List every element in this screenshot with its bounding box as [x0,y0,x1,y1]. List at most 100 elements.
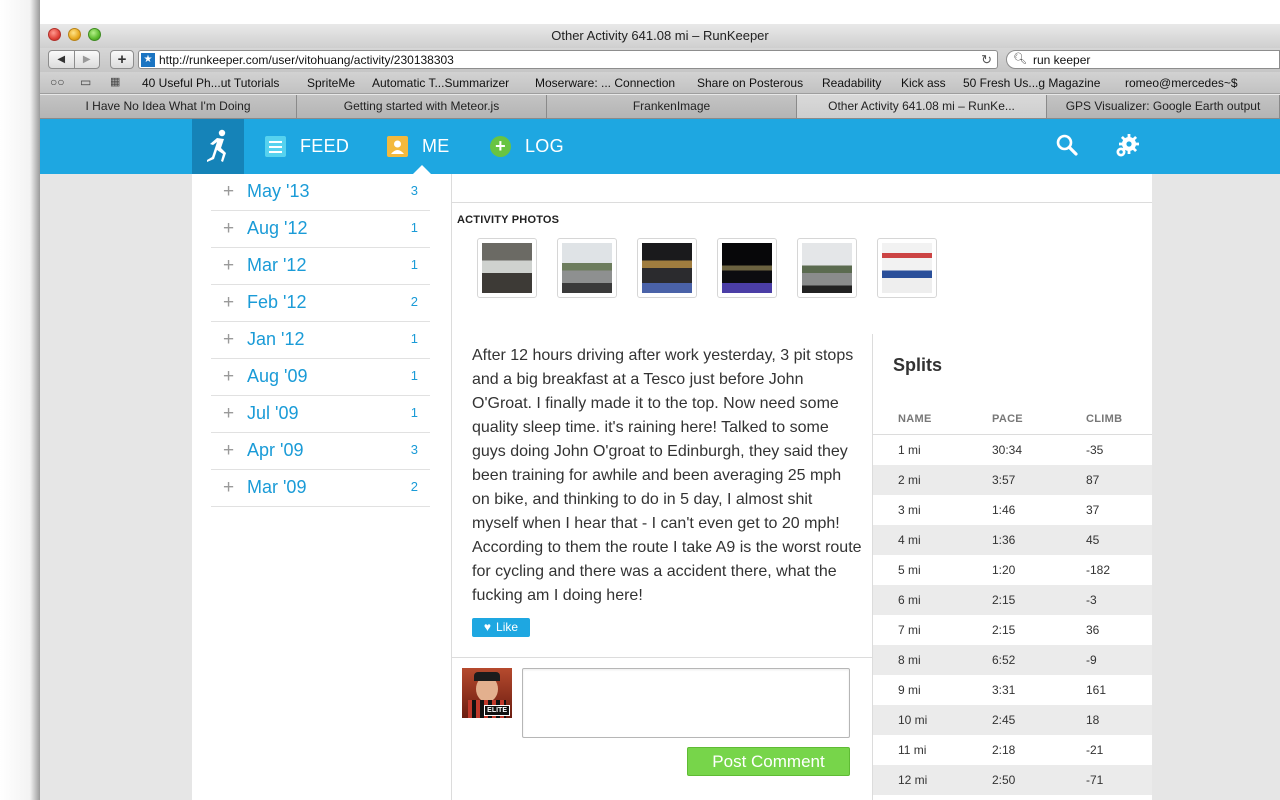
like-button[interactable]: ♥ Like [472,618,530,637]
url-text[interactable]: http://runkeeper.com/user/vitohuang/acti… [159,53,454,67]
activity-photo-thumbnail[interactable] [557,238,617,298]
add-bookmark-button[interactable]: + [110,50,134,69]
back-arrow-icon[interactable]: ◀ [49,51,74,68]
bookmark-item[interactable]: Moserware: ... Connection [535,76,675,90]
browser-tab[interactable]: I Have No Idea What I'm Doing [40,95,297,118]
person-icon [387,136,408,157]
expand-plus-icon[interactable]: + [223,218,234,240]
runkeeper-logo-icon[interactable] [192,119,244,174]
month-label[interactable]: May '13 [247,181,309,202]
grid-icon[interactable]: ▦ [110,75,120,88]
elite-badge: ELITE [484,705,510,716]
nav-feed-label: FEED [300,136,350,156]
split-pace: 3:57 [992,473,1016,487]
bookmark-item[interactable]: 50 Fresh Us...g Magazine [963,76,1100,90]
split-pace: 2:45 [992,713,1016,727]
expand-plus-icon[interactable]: + [223,181,234,203]
split-climb: 36 [1086,623,1100,637]
like-button-label: Like [496,620,519,634]
split-climb: 18 [1086,713,1100,727]
split-name: 9 mi [898,683,921,697]
bookmark-item[interactable]: romeo@mercedes~$ [1125,76,1238,90]
nav-me-label: ME [422,136,450,156]
expand-plus-icon[interactable]: + [223,440,234,462]
bookmark-item[interactable]: Readability [822,76,881,90]
month-count: 1 [410,220,418,235]
split-name: 7 mi [898,623,921,637]
nav-feed[interactable]: FEED [265,119,349,174]
month-count: 2 [410,294,418,309]
expand-plus-icon[interactable]: + [223,255,234,277]
month-count: 1 [410,405,418,420]
browser-tab[interactable]: GPS Visualizer: Google Earth output [1047,95,1280,118]
reading-glasses-icon[interactable]: ○○ [50,75,65,89]
split-pace: 2:18 [992,743,1016,757]
month-item[interactable]: + Jan '12 1 [211,322,430,359]
month-item[interactable]: + Mar '09 2 [211,470,430,507]
month-label[interactable]: Apr '09 [247,440,303,461]
browser-tab-active[interactable]: Other Activity 641.08 mi – RunKe... [797,95,1047,118]
activity-photo-thumbnail[interactable] [637,238,697,298]
month-item[interactable]: + Jul '09 1 [211,396,430,433]
nav-log[interactable]: + LOG [490,119,564,174]
table-row: 10 mi 2:45 18 [873,705,1152,735]
table-row: 8 mi 6:52 -9 [873,645,1152,675]
bookmark-item[interactable]: Share on Posterous [697,76,803,90]
month-label[interactable]: Feb '12 [247,292,306,313]
month-item[interactable]: + Aug '12 1 [211,211,430,248]
book-icon[interactable]: ▭ [80,75,91,89]
search-icon[interactable] [1056,134,1078,161]
split-pace: 3:31 [992,683,1016,697]
page-background-right [1152,174,1280,800]
title-bar: Other Activity 641.08 mi – RunKeeper [40,24,1280,48]
heart-icon: ♥ [483,620,492,634]
activity-photo-thumbnail[interactable] [797,238,857,298]
activity-photo-thumbnail[interactable] [717,238,777,298]
month-item[interactable]: + May '13 3 [211,174,430,211]
split-name: 8 mi [898,653,921,667]
month-label[interactable]: Mar '12 [247,255,306,276]
table-row: 12 mi 2:50 -71 [873,765,1152,795]
column-header-name: NAME [898,413,932,425]
split-name: 1 mi [898,443,921,457]
address-bar[interactable]: ★ http://runkeeper.com/user/vitohuang/ac… [138,50,998,69]
expand-plus-icon[interactable]: + [223,477,234,499]
month-item[interactable]: + Mar '12 1 [211,248,430,285]
month-item[interactable]: + Aug '09 1 [211,359,430,396]
search-field-value[interactable]: run keeper [1033,53,1090,67]
avatar[interactable]: ELITE [462,668,512,718]
expand-plus-icon[interactable]: + [223,292,234,314]
month-item[interactable]: + Feb '12 2 [211,285,430,322]
post-comment-button[interactable]: Post Comment [687,747,850,776]
bookmark-item[interactable]: Kick ass [901,76,946,90]
history-buttons: ◀ ▶ [48,50,100,69]
expand-plus-icon[interactable]: + [223,403,234,425]
table-row: 6 mi 2:15 -3 [873,585,1152,615]
table-row: 11 mi 2:18 -21 [873,735,1152,765]
month-label[interactable]: Jul '09 [247,403,298,424]
settings-gear-icon[interactable] [1114,133,1140,164]
bookmark-item[interactable]: Automatic T...Summarizer [372,76,509,90]
browser-tab[interactable]: Getting started with Meteor.js [297,95,547,118]
expand-plus-icon[interactable]: + [223,366,234,388]
bookmark-item[interactable]: SpriteMe [307,76,355,90]
month-label[interactable]: Aug '09 [247,366,308,387]
comment-input[interactable] [522,668,850,738]
month-count: 2 [410,479,418,494]
split-climb: 37 [1086,503,1100,517]
activity-photo-thumbnail[interactable] [877,238,937,298]
bookmarks-bar: ○○ ▭ ▦ 40 Useful Ph...ut Tutorials Sprit… [40,72,1280,94]
forward-arrow-icon[interactable]: ▶ [73,51,100,68]
month-label[interactable]: Mar '09 [247,477,306,498]
month-item[interactable]: + Apr '09 3 [211,433,430,470]
bookmark-item[interactable]: 40 Useful Ph...ut Tutorials [142,76,279,90]
expand-plus-icon[interactable]: + [223,329,234,351]
month-label[interactable]: Aug '12 [247,218,308,239]
activity-photo-thumbnail[interactable] [477,238,537,298]
month-label[interactable]: Jan '12 [247,329,304,350]
nav-log-label: LOG [525,136,564,156]
search-field[interactable]: 🔍︎ run keeper [1006,50,1280,69]
reload-icon[interactable]: ↻ [981,52,992,68]
month-count: 1 [410,368,418,383]
browser-tab[interactable]: FrankenImage [547,95,797,118]
